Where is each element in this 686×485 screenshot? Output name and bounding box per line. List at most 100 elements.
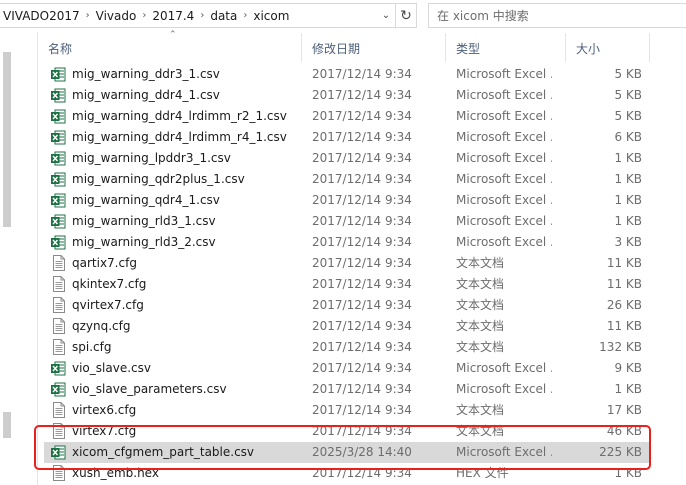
file-row[interactable]: mig_warning_qdr2plus_1.csv 2017/12/14 9:3… (44, 169, 650, 190)
breadcrumb-item[interactable]: VIVADO2017 (0, 9, 83, 23)
chevron-down-icon[interactable]: ⌄ (377, 4, 395, 27)
file-row[interactable]: vio_slave_parameters.csv 2017/12/14 9:34 M… (44, 379, 650, 400)
chevron-right-icon[interactable]: › (240, 10, 250, 21)
file-modified-date: 2017/12/14 9:34 (312, 151, 412, 165)
file-type: 文本文档 (456, 256, 505, 270)
chevron-right-icon[interactable]: › (139, 10, 149, 21)
file-row[interactable]: spi.cfg 2017/12/14 9:34 文本文档 132 KB (44, 337, 650, 358)
file-name: mig_warning_qdr4_1.csv (72, 193, 220, 207)
breadcrumb-item[interactable]: data (207, 9, 240, 23)
excel-csv-icon (51, 109, 66, 124)
file-row[interactable]: qzynq.cfg 2017/12/14 9:34 文本文档 11 KB (44, 316, 650, 337)
excel-csv-icon (51, 151, 66, 166)
file-modified-date: 2017/12/14 9:34 (312, 214, 412, 228)
file-row[interactable]: virtex6.cfg 2017/12/14 9:34 文本文档 17 KB (44, 400, 650, 421)
file-size: 5 KB (614, 67, 642, 81)
file-size: 11 KB (606, 277, 642, 291)
file-size: 26 KB (606, 298, 642, 312)
column-header-type[interactable]: 类型 (446, 33, 566, 62)
file-name: mig_warning_qdr2plus_1.csv (72, 172, 245, 186)
file-name: qvirtex7.cfg (72, 298, 144, 312)
file-type: 文本文档 (456, 340, 505, 354)
scrollbar-thumb-lower[interactable] (3, 412, 11, 438)
scrollbar-thumb[interactable] (3, 52, 11, 227)
search-input[interactable]: 在 xicom 中搜索 (428, 3, 686, 28)
file-size: 9 KB (614, 361, 642, 375)
excel-csv-icon (51, 67, 66, 82)
file-row[interactable]: mig_warning_ddr3_1.csv 2017/12/14 9:34 Mic… (44, 64, 650, 85)
excel-csv-icon (51, 361, 66, 376)
file-name: mig_warning_lpddr3_1.csv (72, 151, 231, 165)
file-modified-date: 2017/12/14 9:34 (312, 319, 412, 333)
file-row[interactable]: mig_warning_ddr4_1.csv 2017/12/14 9:34 Mic… (44, 85, 650, 106)
excel-csv-icon (51, 214, 66, 229)
file-name: mig_warning_ddr4_lrdimm_r4_1.csv (72, 130, 287, 144)
file-size: 6 KB (614, 130, 642, 144)
column-header-name[interactable]: ⌃ 名称 (38, 30, 302, 62)
file-row[interactable]: vio_slave.csv 2017/12/14 9:34 Microsoft Ex… (44, 358, 650, 379)
column-header-date[interactable]: 修改日期 (302, 33, 446, 62)
refresh-icon[interactable]: ↻ (395, 4, 416, 27)
file-size: 3 KB (614, 235, 642, 249)
file-type: Microsoft Excel ... (456, 235, 552, 249)
file-row[interactable]: qvirtex7.cfg 2017/12/14 9:34 文本文档 26 KB (44, 295, 650, 316)
chevron-right-icon[interactable]: › (197, 10, 207, 21)
file-explorer-window: VIVADO2017 › Vivado › 2017.4 › data › xicom ⌄ ↻ … (0, 0, 686, 485)
file-type: 文本文档 (456, 403, 505, 417)
column-header-type-label: 类型 (456, 42, 481, 56)
file-modified-date: 2017/12/14 9:34 (312, 235, 412, 249)
file-type: Microsoft Excel ... (456, 193, 552, 207)
file-modified-date: 2017/12/14 9:34 (312, 193, 412, 207)
file-modified-date: 2017/12/14 9:34 (312, 298, 412, 312)
file-type: Microsoft Excel ... (456, 130, 552, 144)
file-row[interactable]: mig_warning_qdr4_1.csv 2017/12/14 9:34 Mic… (44, 190, 650, 211)
file-name: spi.cfg (72, 340, 112, 354)
file-type: Microsoft Excel ... (456, 361, 552, 375)
navigation-pane-scrollbar[interactable] (0, 32, 14, 485)
highlight-annotation (34, 425, 651, 470)
file-type: Microsoft Excel ... (456, 151, 552, 165)
file-name: virtex6.cfg (72, 403, 137, 417)
file-size: 17 KB (606, 403, 642, 417)
file-modified-date: 2017/12/14 9:34 (312, 277, 412, 291)
file-modified-date: 2017/12/14 9:34 (312, 382, 412, 396)
text-file-icon (53, 276, 65, 292)
address-bar: VIVADO2017 › Vivado › 2017.4 › data › xicom ⌄ ↻ … (0, 0, 686, 32)
file-type: 文本文档 (456, 277, 505, 291)
file-type: 文本文档 (456, 298, 505, 312)
excel-csv-icon (51, 88, 66, 103)
file-size: 11 KB (606, 319, 642, 333)
column-header-size-label: 大小 (576, 42, 601, 56)
breadcrumb-item[interactable]: Vivado (93, 9, 140, 23)
file-row[interactable]: mig_warning_lpddr3_1.csv 2017/12/14 9:34 M… (44, 148, 650, 169)
file-row[interactable]: qartix7.cfg 2017/12/14 9:34 文本文档 11 KB (44, 253, 650, 274)
file-row[interactable]: mig_warning_rld3_2.csv 2017/12/14 9:34 Mic… (44, 232, 650, 253)
file-name: qkintex7.cfg (72, 277, 147, 291)
file-name: mig_warning_rld3_1.csv (72, 214, 216, 228)
chevron-right-icon[interactable]: › (83, 10, 93, 21)
file-modified-date: 2017/12/14 9:34 (312, 256, 412, 270)
breadcrumb-item[interactable]: xicom (250, 9, 292, 23)
file-type: Microsoft Excel ... (456, 172, 552, 186)
excel-csv-icon (51, 193, 66, 208)
file-type: Microsoft Excel ... (456, 88, 552, 102)
file-name: qartix7.cfg (72, 256, 137, 270)
excel-csv-icon (51, 382, 66, 397)
file-row[interactable]: mig_warning_rld3_1.csv 2017/12/14 9:34 Mic… (44, 211, 650, 232)
file-size: 132 KB (599, 340, 642, 354)
file-name: mig_warning_ddr4_1.csv (72, 88, 220, 102)
file-row[interactable]: mig_warning_ddr4_lrdimm_r2_1.csv 2017/12/… (44, 106, 650, 127)
file-size: 5 KB (614, 88, 642, 102)
file-type: 文本文档 (456, 319, 505, 333)
breadcrumb-item[interactable]: 2017.4 (149, 9, 197, 23)
file-modified-date: 2017/12/14 9:34 (312, 67, 412, 81)
column-header-size[interactable]: 大小 (566, 33, 650, 62)
file-name: mig_warning_ddr4_lrdimm_r2_1.csv (72, 109, 287, 123)
file-row[interactable]: mig_warning_ddr4_lrdimm_r4_1.csv 2017/12/… (44, 127, 650, 148)
text-file-icon (53, 318, 65, 334)
file-list: mig_warning_ddr3_1.csv 2017/12/14 9:34 Mic… (38, 64, 686, 485)
breadcrumb[interactable]: VIVADO2017 › Vivado › 2017.4 › data › xicom ⌄ ↻ (0, 3, 417, 28)
text-file-icon (53, 402, 65, 418)
file-type: Microsoft Excel ... (456, 109, 552, 123)
file-row[interactable]: qkintex7.cfg 2017/12/14 9:34 文本文档 11 KB (44, 274, 650, 295)
